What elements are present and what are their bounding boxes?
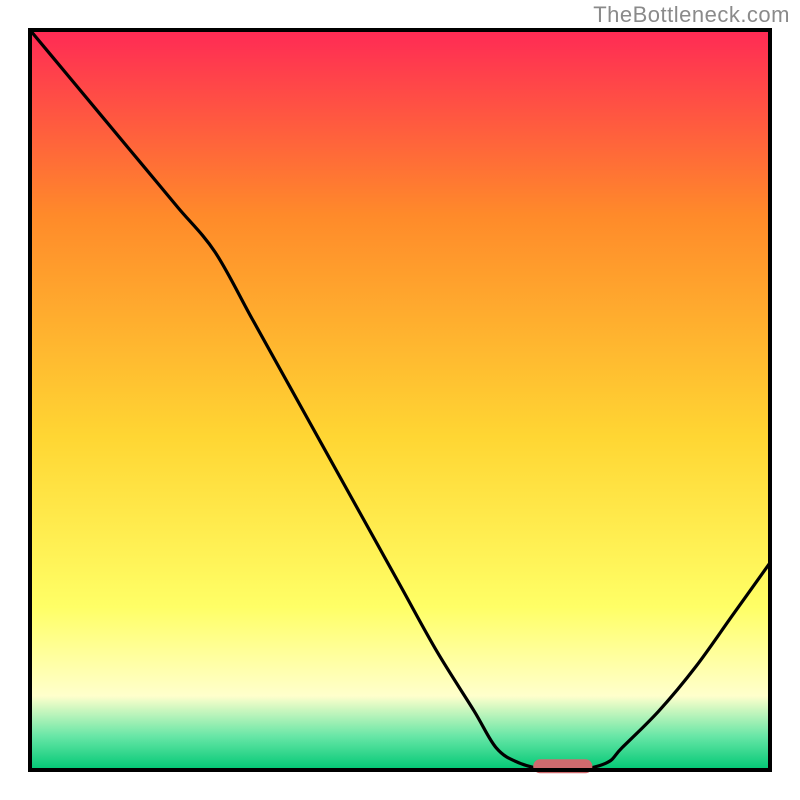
watermark-text: TheBottleneck.com <box>593 2 790 28</box>
chart-container: TheBottleneck.com <box>0 0 800 800</box>
bottleneck-chart <box>0 0 800 800</box>
gradient-background <box>30 30 770 770</box>
